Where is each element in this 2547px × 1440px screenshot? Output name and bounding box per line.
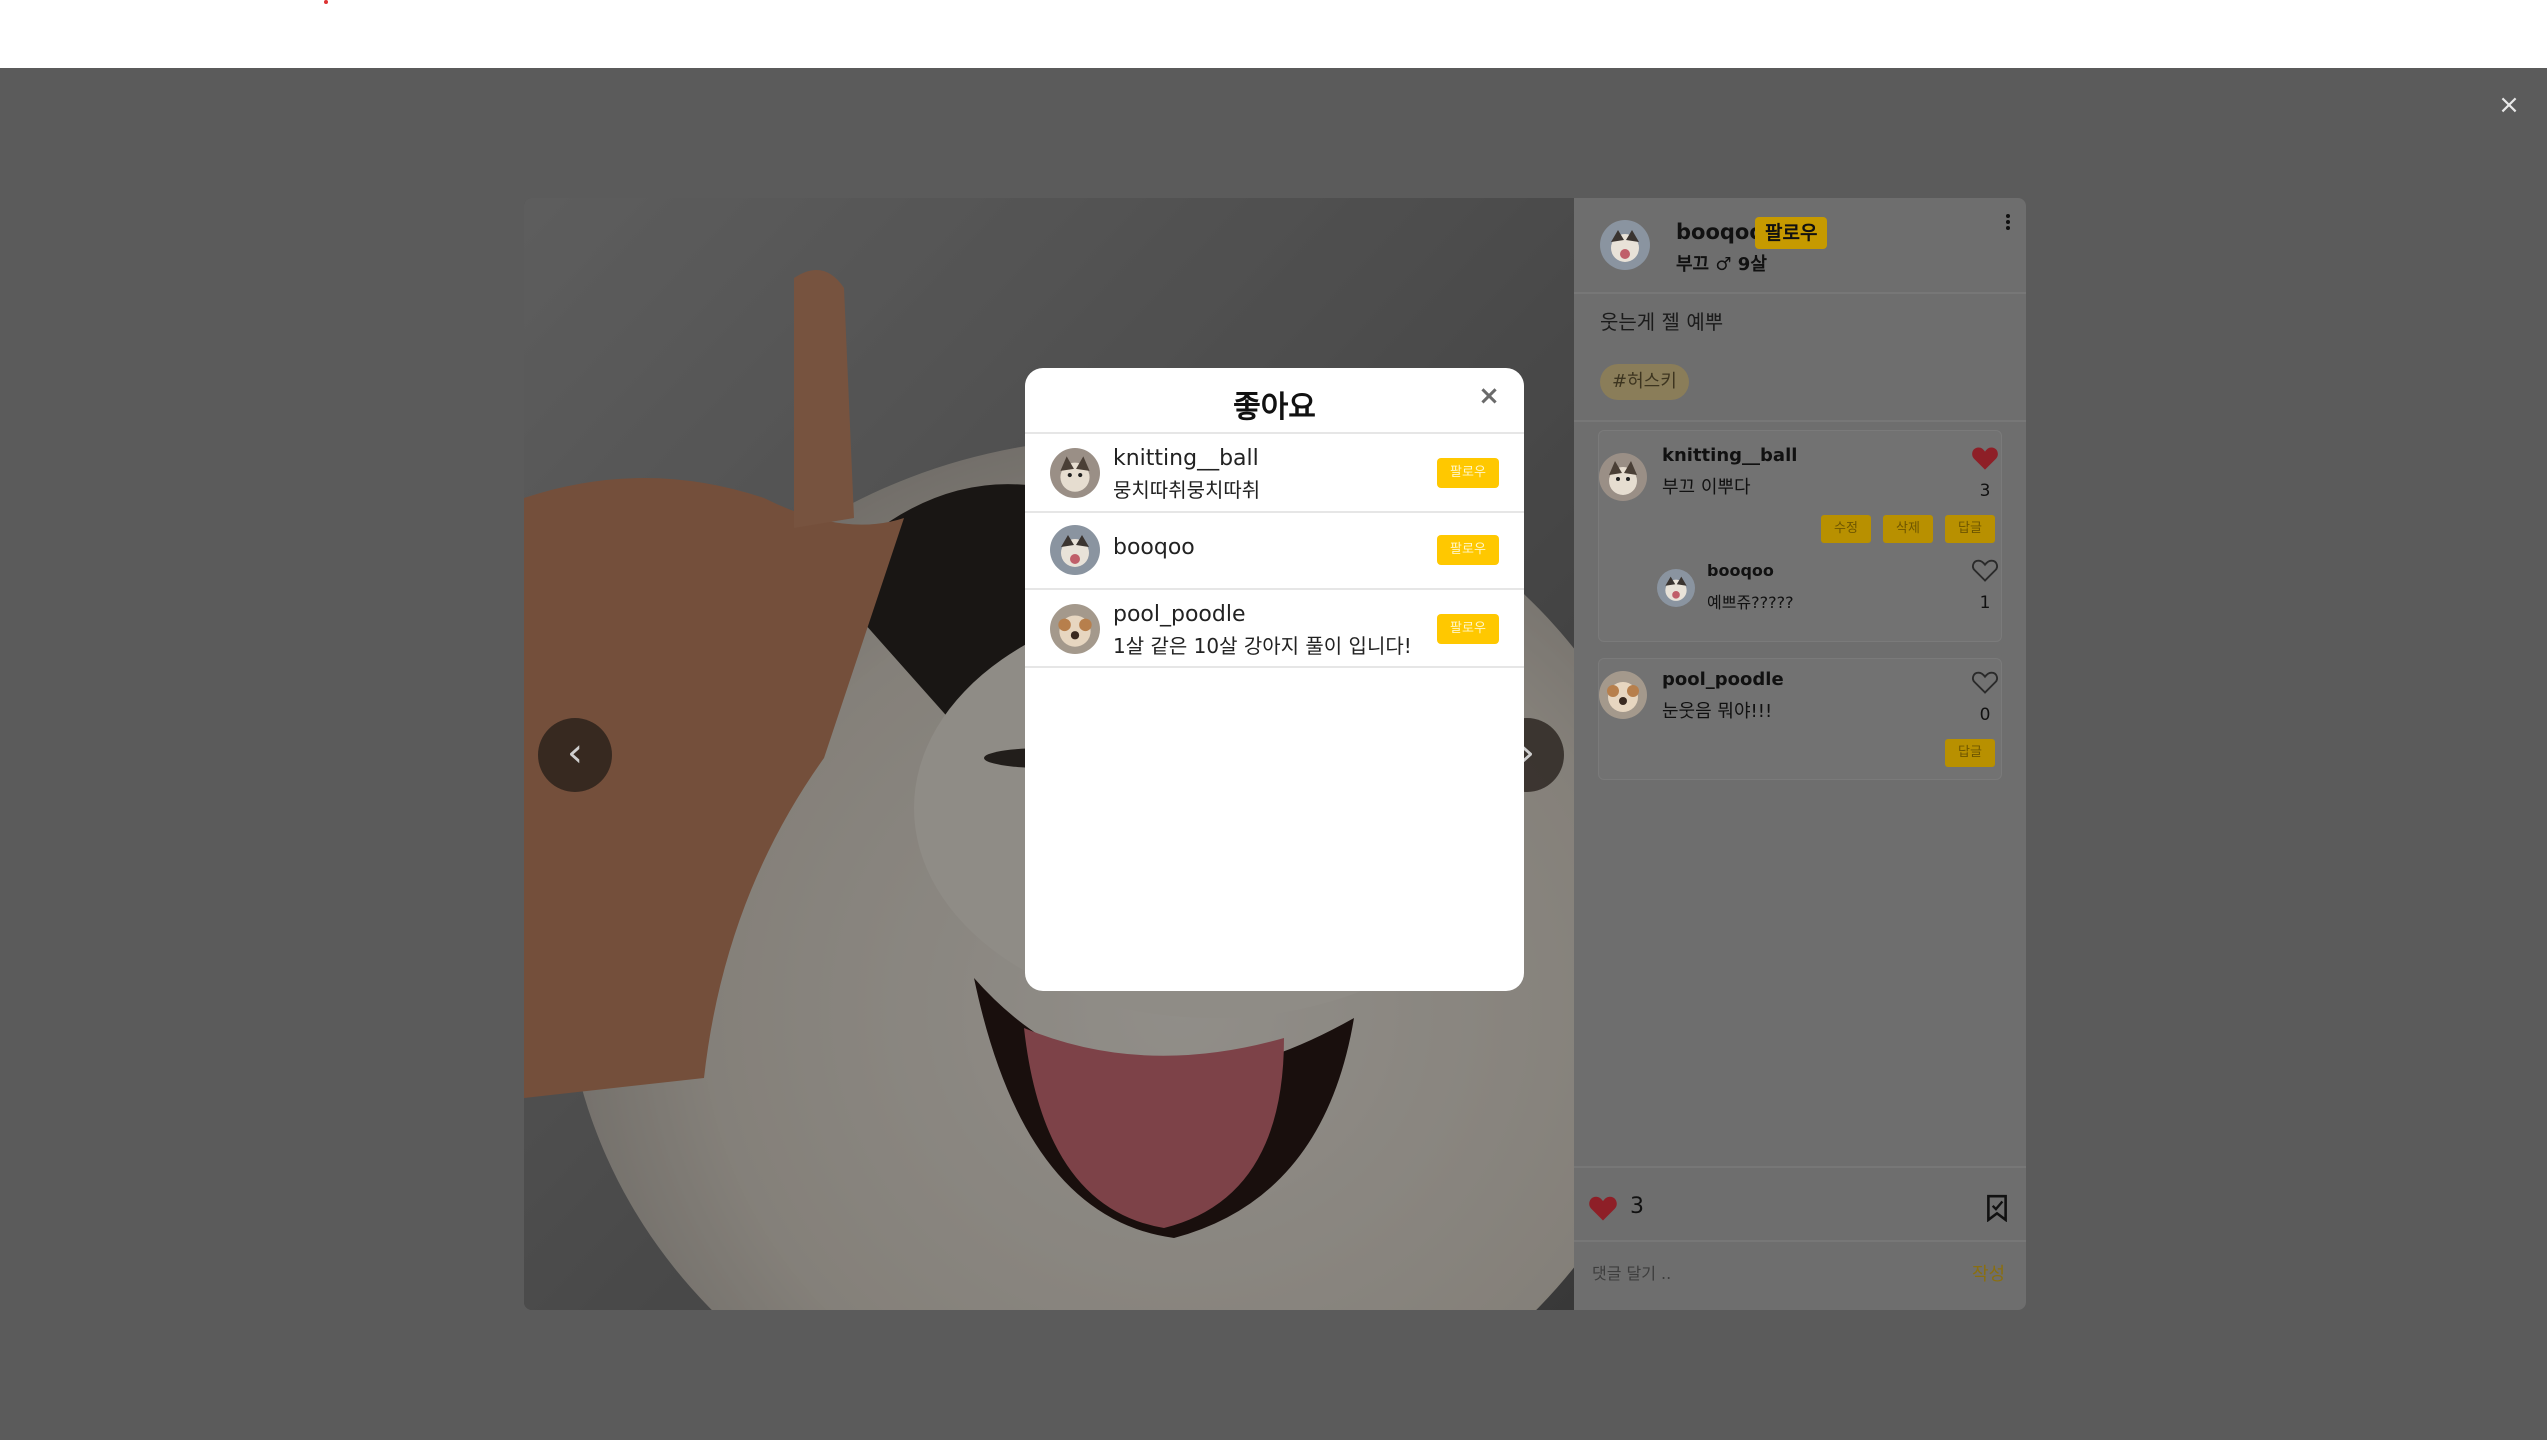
comment-input[interactable] (1592, 1258, 1942, 1288)
close-icon[interactable]: × (1477, 383, 1501, 409)
heart-outline-icon[interactable] (1971, 557, 1999, 583)
heart-filled-icon[interactable] (1971, 445, 1999, 471)
post-author: booqoo 팔로우 부끄 ♂ 9살 (1574, 198, 2026, 294)
comment-username[interactable]: pool_poodle (1662, 669, 1784, 690)
prev-image-button[interactable]: ‹ (538, 718, 612, 792)
reply-text: 예쁘쥬????? (1707, 593, 1794, 612)
liker-avatar[interactable] (1050, 448, 1100, 498)
comment-text: 부끄 이뿌다 (1662, 477, 1751, 498)
reply-button[interactable]: 답글 (1945, 739, 1995, 767)
author-avatar[interactable] (1600, 220, 1650, 270)
bookmark-icon[interactable] (1984, 1194, 2010, 1222)
post-caption: 웃는게 젤 예뿌 (1600, 310, 1724, 334)
hashtag-chip[interactable]: #허스키 (1600, 364, 1689, 400)
commenter-avatar[interactable] (1599, 671, 1647, 719)
liker-avatar[interactable] (1050, 604, 1100, 654)
liker-follow-button[interactable]: 팔로우 (1437, 458, 1499, 488)
page-header (0, 0, 2547, 68)
submit-comment-button[interactable]: 작성 (1972, 1260, 2005, 1286)
more-options-icon[interactable] (2002, 212, 2014, 234)
liker-username[interactable]: pool_poodle (1113, 602, 1246, 627)
comment-text: 눈웃음 뭐야!!! (1662, 701, 1773, 722)
divider (1574, 420, 2026, 422)
post-like-count[interactable]: 3 (1630, 1194, 1644, 1219)
follow-button[interactable]: 팔로우 (1755, 217, 1828, 249)
delete-comment-button[interactable]: 삭제 (1883, 515, 1933, 543)
notification-dot (324, 0, 328, 4)
like-heart-icon[interactable] (1588, 1194, 1618, 1222)
divider (1025, 666, 1524, 668)
comment-item: knitting__ball 부끄 이뿌다 3 수정 삭제 답글 booqoo … (1598, 430, 2002, 642)
pet-info: 부끄 ♂ 9살 (1676, 254, 1767, 275)
liker-avatar[interactable] (1050, 525, 1100, 575)
liker-username[interactable]: booqoo (1113, 535, 1195, 560)
close-icon[interactable]: × (2496, 92, 2522, 118)
commenter-avatar[interactable] (1599, 453, 1647, 501)
post-actions-bar: 3 (1574, 1166, 2026, 1242)
liker-row[interactable]: pool_poodle 1살 같은 10살 강아지 풀이 입니다! 팔로우 (1025, 590, 1524, 667)
liker-username[interactable]: knitting__ball (1113, 446, 1259, 471)
comment-username[interactable]: knitting__ball (1662, 445, 1797, 466)
heart-outline-icon[interactable] (1971, 669, 1999, 695)
liker-row[interactable]: booqoo 팔로우 (1025, 513, 1524, 590)
likes-modal: 좋아요 × knitting__ball 뭉치따취뭉치따취 팔로우 booqoo… (1025, 368, 1524, 991)
edit-comment-button[interactable]: 수정 (1821, 515, 1871, 543)
comment-like-count: 3 (1979, 481, 1991, 501)
modal-title: 좋아요 (1233, 390, 1316, 425)
post-side-panel: booqoo 팔로우 부끄 ♂ 9살 웃는게 젤 예뿌 #허스키 knittin… (1574, 198, 2026, 1310)
reply-username[interactable]: booqoo (1707, 561, 1774, 580)
reply-button[interactable]: 답글 (1945, 515, 1995, 543)
author-username[interactable]: booqoo (1676, 220, 1764, 244)
comment-like-count: 0 (1979, 705, 1991, 725)
liker-follow-button[interactable]: 팔로우 (1437, 614, 1499, 644)
reply-avatar[interactable] (1657, 569, 1695, 607)
reply-like-count: 1 (1979, 593, 1991, 613)
liker-bio: 1살 같은 10살 강아지 풀이 입니다! (1113, 634, 1412, 658)
liker-bio: 뭉치따취뭉치따취 (1113, 478, 1261, 502)
comment-item: pool_poodle 눈웃음 뭐야!!! 0 답글 (1598, 658, 2002, 780)
liker-row[interactable]: knitting__ball 뭉치따취뭉치따취 팔로우 (1025, 434, 1524, 511)
liker-follow-button[interactable]: 팔로우 (1437, 535, 1499, 565)
